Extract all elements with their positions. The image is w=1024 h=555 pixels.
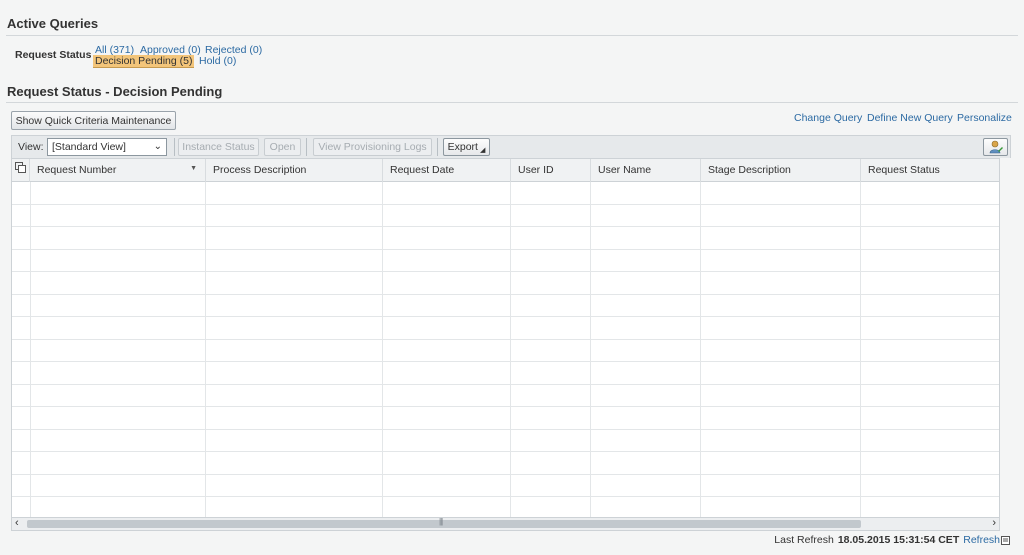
- show-quick-criteria-button[interactable]: Show Quick Criteria Maintenance: [11, 111, 176, 130]
- toolbar-separator: [306, 138, 307, 156]
- last-refresh-label: Last Refresh: [774, 534, 834, 546]
- grid-line: [382, 182, 383, 517]
- grid-line: [590, 182, 591, 517]
- table-row[interactable]: [12, 226, 999, 227]
- grid-line: [510, 182, 511, 517]
- filter-icon: ▼: [190, 165, 197, 172]
- table-row[interactable]: [12, 271, 999, 272]
- last-refresh-timestamp: 18.05.2015 15:31:54 CET: [837, 534, 960, 546]
- column-header-user-name[interactable]: User Name: [591, 159, 701, 182]
- column-header-request-number[interactable]: Request Number ▼: [30, 159, 206, 182]
- column-header-request-date[interactable]: Request Date: [383, 159, 511, 182]
- personalize-link[interactable]: Personalize: [957, 112, 1012, 124]
- table-row[interactable]: [12, 384, 999, 385]
- page-title: Active Queries: [7, 16, 99, 31]
- view-select-value: [Standard View]: [52, 141, 126, 153]
- horizontal-scrollbar[interactable]: ‹ ||| ›: [11, 517, 1000, 531]
- table-row[interactable]: [12, 339, 999, 340]
- chevron-down-icon: ⌄: [153, 141, 162, 152]
- table-settings-button[interactable]: [983, 138, 1008, 156]
- column-header-user-id[interactable]: User ID: [511, 159, 591, 182]
- grid-line: [700, 182, 701, 517]
- grid-line: [205, 182, 206, 517]
- refresh-options-icon[interactable]: [1001, 535, 1010, 545]
- export-button-label: Export: [447, 141, 478, 153]
- toolbar-separator: [174, 138, 175, 156]
- request-status-label: Request Status: [15, 49, 92, 61]
- scroll-left-icon[interactable]: ‹: [15, 517, 19, 529]
- user-settings-icon: [989, 140, 1003, 154]
- grid-line: [30, 182, 31, 517]
- grip-icon: |||: [439, 517, 443, 526]
- status-bar: Last Refresh 18.05.2015 15:31:54 CET Ref…: [774, 534, 1010, 546]
- table-row[interactable]: [12, 361, 999, 362]
- column-header-request-status[interactable]: Request Status: [861, 159, 999, 182]
- grid-line: [860, 182, 861, 517]
- table-row[interactable]: [12, 249, 999, 250]
- instance-status-button[interactable]: Instance Status: [178, 138, 259, 156]
- column-header-process-description[interactable]: Process Description: [206, 159, 383, 182]
- table-row[interactable]: [12, 429, 999, 430]
- table-toolbar: View: [Standard View] ⌄ Instance Status …: [11, 135, 1011, 158]
- table-header: Request Number ▼ Process Description Req…: [12, 159, 999, 182]
- table-row[interactable]: [12, 451, 999, 452]
- refresh-link[interactable]: Refresh: [963, 534, 1000, 546]
- title-divider: [6, 35, 1018, 36]
- scrollbar-thumb[interactable]: |||: [27, 517, 861, 528]
- scroll-right-icon[interactable]: ›: [992, 517, 996, 529]
- request-table: Request Number ▼ Process Description Req…: [11, 158, 1000, 518]
- view-provisioning-logs-button[interactable]: View Provisioning Logs: [313, 138, 432, 156]
- filter-decision-pending-link[interactable]: Decision Pending (5): [93, 55, 195, 68]
- table-row[interactable]: [12, 204, 999, 205]
- table-row[interactable]: [12, 474, 999, 475]
- view-label: View:: [18, 141, 44, 153]
- table-row[interactable]: [12, 316, 999, 317]
- change-query-link[interactable]: Change Query: [794, 112, 862, 124]
- column-header-stage-description[interactable]: Stage Description: [701, 159, 861, 182]
- section-divider: [6, 102, 1018, 103]
- view-select[interactable]: [Standard View] ⌄: [47, 138, 167, 156]
- filter-hold-link[interactable]: Hold (0): [199, 55, 236, 67]
- open-button[interactable]: Open: [264, 138, 301, 156]
- export-button[interactable]: Export ◢: [443, 138, 490, 156]
- select-all-icon: [15, 162, 26, 173]
- table-row[interactable]: [12, 294, 999, 295]
- select-all-column[interactable]: [12, 159, 30, 182]
- dropdown-corner-icon: ◢: [479, 147, 486, 154]
- toolbar-separator: [437, 138, 438, 156]
- table-row[interactable]: [12, 496, 999, 497]
- define-new-query-link[interactable]: Define New Query: [867, 112, 953, 124]
- table-row[interactable]: [12, 406, 999, 407]
- section-title: Request Status - Decision Pending: [7, 84, 223, 99]
